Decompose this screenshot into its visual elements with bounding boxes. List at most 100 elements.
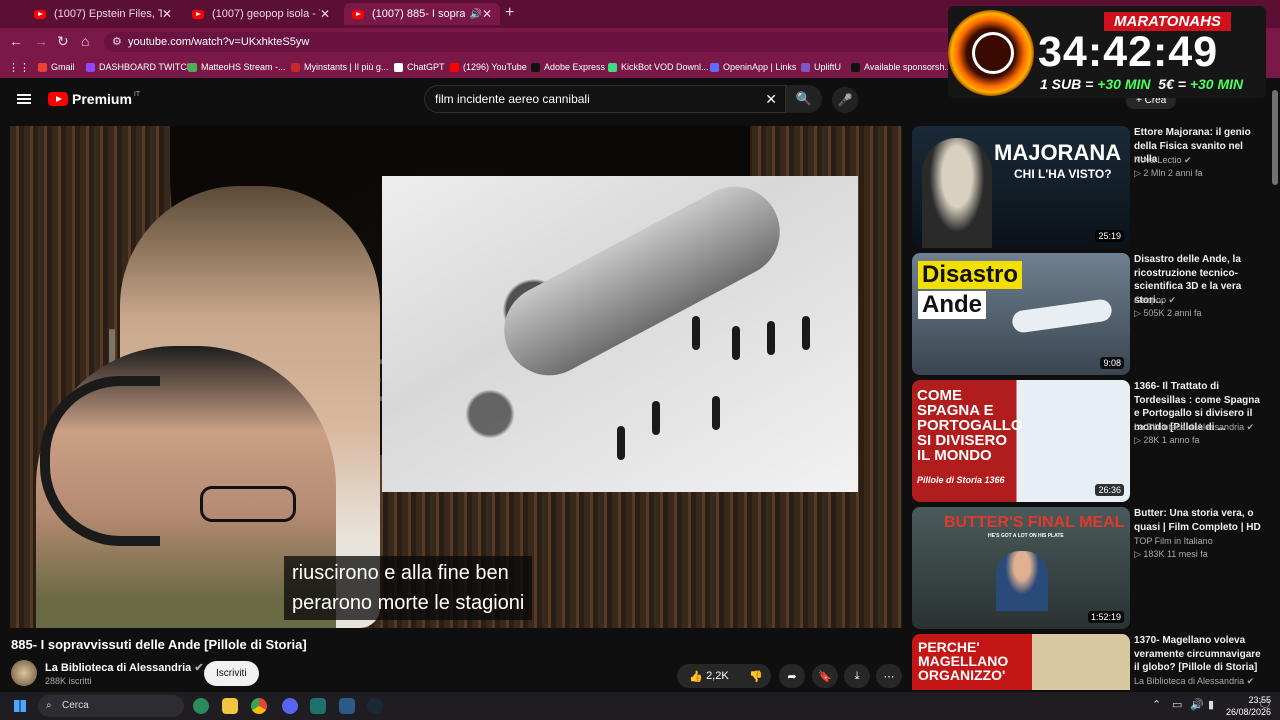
menu-icon[interactable]: [17, 94, 31, 104]
notifications-icon[interactable]: 🗨: [1258, 698, 1272, 711]
close-tab-icon[interactable]: ✕: [162, 7, 172, 21]
video-thumbnail[interactable]: COME SPAGNA E PORTOGALLO SI DIVISERO IL …: [912, 380, 1130, 502]
battery-icon[interactable]: ▮: [1208, 698, 1214, 711]
video-channel[interactable]: TOP Film in Italiano: [1134, 536, 1213, 546]
video-player[interactable]: L E( ondo lacrittore riuscirono e alla f…: [10, 126, 902, 628]
recommended-video[interactable]: PERCHE' MAGELLANO ORGANIZZO' 1370- Magel…: [912, 634, 1262, 690]
bookmark-item[interactable]: Myinstants | Il più g...: [291, 56, 388, 78]
share-icon: ➦: [787, 670, 797, 683]
video-thumbnail[interactable]: BUTTER'S FINAL MEAL HE'S GOT A LOT ON HI…: [912, 507, 1130, 629]
channel-text: Geopop: [1134, 295, 1167, 305]
twitch-icon: [86, 62, 95, 72]
marathon-time: 34:42:49: [1038, 28, 1219, 76]
recommended-video[interactable]: BUTTER'S FINAL MEAL HE'S GOT A LOT ON HI…: [912, 507, 1262, 629]
dislike-button[interactable]: 👎: [741, 664, 771, 688]
tab-label: (1007) Epstein Files, Tutta la sto: [54, 8, 162, 20]
thumbnail-text: PERCHE' MAGELLANO ORGANIZZO': [918, 639, 1009, 683]
like-count: 2,2K: [706, 670, 729, 682]
back-icon[interactable]: ←: [9, 33, 23, 49]
bookmark-item[interactable]: Available sponsorsh...: [851, 56, 952, 78]
browser-tab[interactable]: (1007) geopop isola - YouTube ✕: [184, 3, 338, 25]
file-explorer-icon[interactable]: [222, 698, 238, 714]
video-channel[interactable]: La Biblioteca di Alessandria ✔: [1134, 676, 1254, 687]
app-icon[interactable]: [310, 698, 326, 714]
kickbot-icon: [608, 62, 617, 72]
save-button[interactable]: 🔖: [812, 664, 838, 688]
search-input[interactable]: film incidente aereo cannibali ✕: [424, 85, 786, 113]
speaker-icon[interactable]: 🔊: [469, 9, 481, 20]
bookmark-label: KickBot VOD Downl...: [621, 62, 709, 72]
youtube-logo[interactable]: Premium IT: [48, 91, 140, 107]
reload-icon[interactable]: ↻: [57, 33, 69, 50]
channel-text: La Biblioteca di Alessandria: [1134, 422, 1245, 432]
survivor-figure: [652, 401, 660, 435]
tab-label: (1007) 885- I sopravvissuti: [372, 8, 466, 20]
bookmark-item[interactable]: KickBot VOD Downl...: [608, 56, 709, 78]
video-thumbnail[interactable]: PERCHE' MAGELLANO ORGANIZZO': [912, 634, 1130, 690]
channel-avatar[interactable]: [11, 660, 37, 686]
taskbar-search[interactable]: ⌕ Cerca: [38, 695, 184, 717]
close-tab-icon[interactable]: ✕: [482, 7, 492, 21]
channel-name[interactable]: La Biblioteca di Alessandria ✔: [45, 661, 204, 674]
caption-line: perarono morte le stagioni: [292, 592, 525, 614]
browser-tab[interactable]: (1007) Epstein Files, Tutta la sto ✕: [26, 3, 180, 25]
home-icon[interactable]: ⌂: [81, 33, 89, 49]
like-button[interactable]: 👍 2,2K: [677, 664, 741, 688]
page-scrollbar[interactable]: [1272, 90, 1278, 185]
video-meta: ▷ 183K 11 mesi fa: [1134, 549, 1208, 559]
verified-icon: ✔: [1184, 155, 1192, 165]
recommended-video[interactable]: Disastro Ande 9:08 Disastro delle Ande, …: [912, 253, 1262, 375]
bookmark-item[interactable]: ChatGPT: [394, 56, 445, 78]
apps-icon[interactable]: ⋮⋮: [8, 56, 30, 78]
search-button[interactable]: 🔍: [786, 85, 822, 113]
volume-icon[interactable]: 🔊: [1190, 698, 1204, 711]
voice-search-button[interactable]: 🎤: [832, 87, 858, 113]
survivor-figure: [732, 326, 740, 360]
more-icon: ⋯: [883, 670, 895, 683]
bookmark-item[interactable]: Gmail: [38, 56, 75, 78]
bookmark-item[interactable]: (1296) YouTube: [450, 56, 527, 78]
bookmark-item[interactable]: UpliftU: [801, 56, 841, 78]
browser-tab-active[interactable]: (1007) 885- I sopravvissuti 🔊 ✕: [344, 3, 500, 25]
video-duration: 1:52:19: [1087, 611, 1124, 623]
video-channel[interactable]: Nova Lectio ✔: [1134, 155, 1192, 166]
video-duration: 9:08: [1100, 357, 1124, 369]
recommended-video[interactable]: COME SPAGNA E PORTOGALLO SI DIVISERO IL …: [912, 380, 1262, 502]
video-title[interactable]: Butter: Una storia vera, o quasi | Film …: [1134, 507, 1262, 534]
recommended-video[interactable]: MAJORANA CHI L'HA VISTO? 25:19 Ettore Ma…: [912, 126, 1262, 248]
app-icon[interactable]: [339, 698, 355, 714]
network-icon[interactable]: ▭: [1172, 698, 1182, 711]
bookmark-item[interactable]: OpeninApp | Links: [710, 56, 796, 78]
chrome-icon[interactable]: [251, 698, 267, 714]
tray-expand-icon[interactable]: ⌃: [1152, 698, 1161, 711]
new-tab-button[interactable]: +: [505, 4, 514, 22]
bookmark-label: MatteoHS Stream -...: [201, 62, 286, 72]
video-thumbnail[interactable]: Disastro Ande 9:08: [912, 253, 1130, 375]
video-thumbnail[interactable]: MAJORANA CHI L'HA VISTO? 25:19: [912, 126, 1130, 248]
bookmark-item[interactable]: MatteoHS Stream -...: [188, 56, 286, 78]
thumbnail-subtext: Pillole di Storia 1366: [917, 475, 1005, 485]
windows-start-icon[interactable]: [14, 700, 26, 712]
bookmark-label: DASHBOARD TWITCH: [99, 62, 194, 72]
site-info-icon[interactable]: ⚙: [112, 32, 122, 52]
bookmark-item[interactable]: DASHBOARD TWITCH: [86, 56, 193, 78]
video-channel[interactable]: Geopop ✔: [1134, 295, 1176, 306]
video-channel[interactable]: La Biblioteca di Alessandria ✔: [1134, 422, 1254, 433]
more-actions-button[interactable]: ⋯: [876, 664, 902, 688]
video-title[interactable]: 1370- Magellano voleva veramente circumn…: [1134, 634, 1262, 675]
discord-icon[interactable]: [282, 698, 298, 714]
close-tab-icon[interactable]: ✕: [320, 7, 330, 21]
clear-search-icon[interactable]: ✕: [765, 86, 777, 112]
subscribe-button[interactable]: Iscriviti: [204, 661, 259, 686]
browser-taskbar-icon[interactable]: [193, 698, 209, 714]
url-field[interactable]: ⚙ youtube.com/watch?v=UKxhkteS5yw: [104, 32, 954, 52]
download-icon: ⤓: [854, 669, 860, 682]
bookmark-label: OpeninApp | Links: [723, 62, 797, 72]
share-button[interactable]: ➦: [779, 664, 805, 688]
search-value: film incidente aereo cannibali: [435, 92, 590, 106]
subscriber-count: 288K iscritti: [45, 676, 92, 686]
bookmark-item[interactable]: Adobe Express: [531, 56, 605, 78]
download-button[interactable]: ⤓: [844, 664, 870, 688]
steam-icon[interactable]: [367, 698, 383, 714]
forward-icon[interactable]: →: [34, 33, 48, 49]
